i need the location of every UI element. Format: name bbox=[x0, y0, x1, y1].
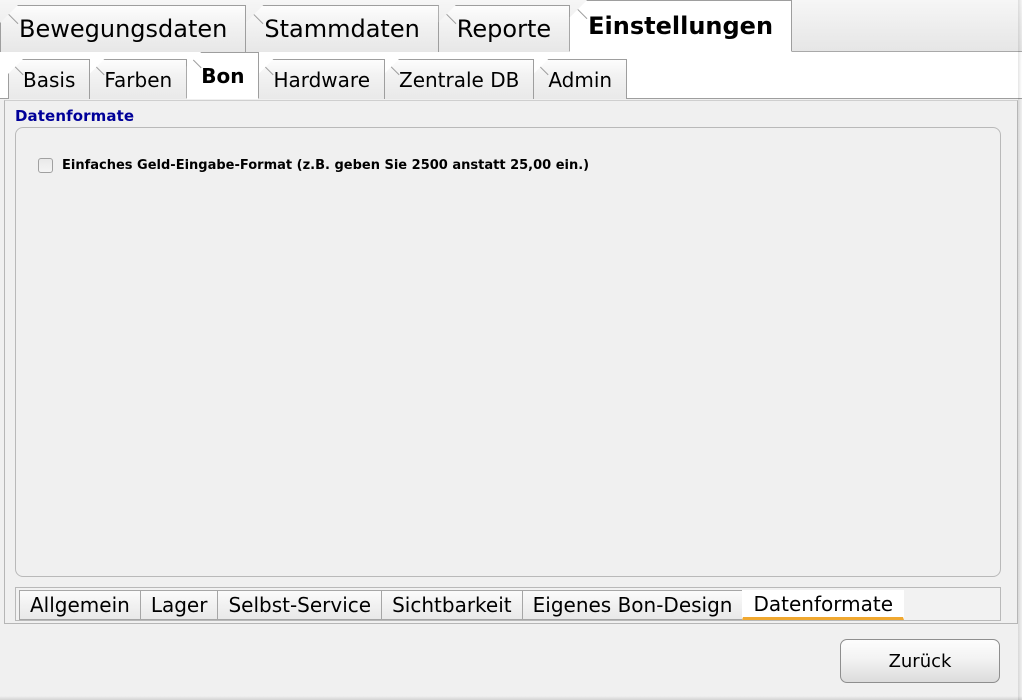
primary-tab-label: Bewegungsdaten bbox=[19, 15, 228, 43]
primary-tab-label: Einstellungen bbox=[588, 12, 774, 40]
bon-subtab-bar: Allgemein Lager Selbst-Service Sichtbarkeit… bbox=[15, 587, 1001, 621]
secondary-tab-label: Farben bbox=[104, 67, 173, 92]
primary-tab-bar: Bewegungsdaten Stammdaten Reporte Einstellu… bbox=[0, 0, 1022, 52]
primary-tab-strip: Bewegungsdaten Stammdaten Reporte Einstellu… bbox=[0, 0, 793, 52]
secondary-tab-bar: Basis Farben Bon Hardware Zentrale DB Admin bbox=[0, 52, 1022, 99]
secondary-tab-strip: Basis Farben Bon Hardware Zentrale DB Admin bbox=[8, 52, 628, 99]
primary-tab-einstellungen[interactable]: Einstellungen bbox=[569, 0, 793, 52]
secondary-tab-bon[interactable]: Bon bbox=[186, 52, 260, 99]
bon-subtab-selbst-service[interactable]: Selbst-Service bbox=[217, 590, 383, 620]
bon-subtab-sichtbarkeit[interactable]: Sichtbarkeit bbox=[381, 590, 523, 620]
datenformate-group-box: Einfaches Geld-Eingabe-Format (z.B. gebe… bbox=[15, 127, 1001, 577]
primary-tab-bewegungsdaten[interactable]: Bewegungsdaten bbox=[0, 5, 247, 52]
footer-bar: Zurück bbox=[0, 624, 1022, 700]
bon-subtab-lager[interactable]: Lager bbox=[139, 590, 219, 620]
secondary-tab-label: Zentrale DB bbox=[399, 67, 520, 92]
secondary-tab-label: Admin bbox=[548, 67, 613, 92]
simple-money-input-format-label: Einfaches Geld-Eingabe-Format (z.B. gebe… bbox=[62, 158, 590, 173]
secondary-tab-farben[interactable]: Farben bbox=[89, 59, 188, 99]
application-window: Bewegungsdaten Stammdaten Reporte Einstellu… bbox=[0, 0, 1022, 700]
bon-subtab-allgemein[interactable]: Allgemein bbox=[19, 590, 141, 620]
simple-money-input-format-row[interactable]: Einfaches Geld-Eingabe-Format (z.B. gebe… bbox=[38, 158, 589, 173]
secondary-tab-admin[interactable]: Admin bbox=[533, 59, 628, 99]
secondary-tab-basis[interactable]: Basis bbox=[8, 59, 91, 99]
primary-tab-label: Stammdaten bbox=[264, 15, 420, 43]
bon-subtab-label: Eigenes Bon-Design bbox=[532, 593, 733, 617]
simple-money-input-format-checkbox[interactable] bbox=[38, 158, 53, 173]
secondary-tab-label: Hardware bbox=[273, 67, 370, 92]
primary-tab-reporte[interactable]: Reporte bbox=[437, 5, 571, 52]
page-title: Datenformate bbox=[15, 107, 135, 125]
bon-subtab-label: Datenformate bbox=[753, 592, 893, 616]
window-right-edge-shadow bbox=[1018, 0, 1022, 700]
bon-subtab-label: Sichtbarkeit bbox=[392, 593, 512, 617]
primary-tab-label: Reporte bbox=[456, 15, 552, 43]
bon-subtab-strip: Allgemein Lager Selbst-Service Sichtbarkeit… bbox=[19, 590, 904, 620]
bon-subtab-label: Allgemein bbox=[30, 593, 130, 617]
back-button[interactable]: Zurück bbox=[840, 639, 1000, 683]
secondary-tab-hardware[interactable]: Hardware bbox=[258, 59, 385, 99]
primary-tab-stammdaten[interactable]: Stammdaten bbox=[245, 5, 439, 52]
settings-content-panel: Datenformate Einfaches Geld-Eingabe-Form… bbox=[4, 100, 1018, 624]
bon-subtab-datenformate[interactable]: Datenformate bbox=[742, 590, 904, 620]
secondary-tab-zentrale-db[interactable]: Zentrale DB bbox=[384, 59, 535, 99]
secondary-tab-label: Basis bbox=[23, 67, 76, 92]
bon-subtab-label: Selbst-Service bbox=[228, 593, 372, 617]
secondary-tab-label: Bon bbox=[201, 63, 245, 88]
bon-subtab-label: Lager bbox=[150, 593, 208, 617]
bon-subtab-eigenes-bon-design[interactable]: Eigenes Bon-Design bbox=[521, 590, 744, 620]
